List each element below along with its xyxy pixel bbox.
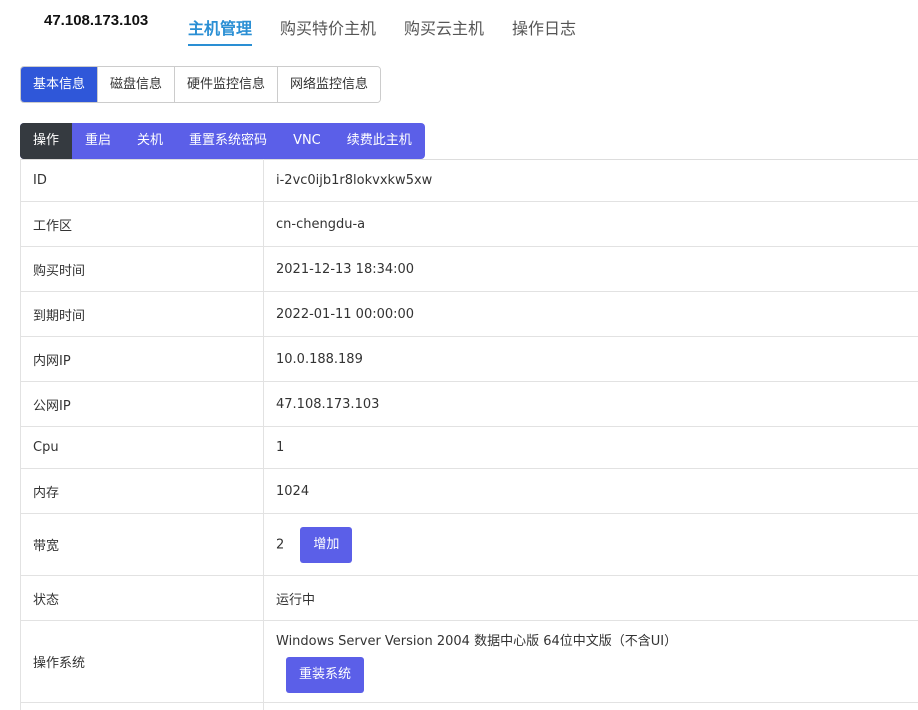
nav-operation-log[interactable]: 操作日志 xyxy=(512,15,576,46)
operations-label: 操作 xyxy=(20,123,73,159)
row-value-bandwidth: 2 xyxy=(276,537,285,552)
operations-bar: 操作 重启 关机 重置系统密码 VNC 续费此主机 xyxy=(20,123,425,159)
shutdown-button[interactable]: 关机 xyxy=(124,123,176,159)
renew-host-button[interactable]: 续费此主机 xyxy=(334,123,425,159)
row-label-empty xyxy=(20,702,264,710)
table-row: 工作区 cn-chengdu-a xyxy=(20,201,918,247)
row-label-id: ID xyxy=(20,159,264,202)
row-value-id: i-2vc0ijb1r8lokvxkw5xw xyxy=(263,159,918,202)
nav-buy-cloud-host[interactable]: 购买云主机 xyxy=(404,15,484,46)
nav-buy-special-host[interactable]: 购买特价主机 xyxy=(280,15,376,46)
row-label-status: 状态 xyxy=(20,575,264,621)
row-value-os-cell: Windows Server Version 2004 数据中心版 64位中文版… xyxy=(263,620,918,703)
row-label-zone: 工作区 xyxy=(20,201,264,247)
top-nav: 主机管理 购买特价主机 购买云主机 操作日志 xyxy=(188,15,604,46)
tab-network-monitor[interactable]: 网络监控信息 xyxy=(278,67,381,102)
table-row: Cpu 1 xyxy=(20,426,918,469)
increase-bandwidth-button[interactable]: 增加 xyxy=(300,526,353,563)
restart-button[interactable]: 重启 xyxy=(72,123,124,159)
row-value-private-ip: 10.0.188.189 xyxy=(263,336,918,382)
row-label-private-ip: 内网IP xyxy=(20,336,264,382)
nav-host-management[interactable]: 主机管理 xyxy=(188,15,253,46)
row-value-status: 运行中 xyxy=(263,575,918,621)
row-value-zone: cn-chengdu-a xyxy=(263,201,918,247)
info-tabs: 基本信息 磁盘信息 硬件监控信息 网络监控信息 xyxy=(20,66,382,103)
row-label-memory: 内存 xyxy=(20,468,264,514)
table-row: 购买时间 2021-12-13 18:34:00 xyxy=(20,246,918,292)
row-label-cpu: Cpu xyxy=(20,426,264,469)
row-label-purchase-time: 购买时间 xyxy=(20,246,264,292)
host-info-table: ID i-2vc0ijb1r8lokvxkw5xw 工作区 cn-chengdu… xyxy=(20,159,918,710)
table-row: 内网IP 10.0.188.189 xyxy=(20,336,918,382)
row-label-expire-time: 到期时间 xyxy=(20,291,264,337)
vnc-button[interactable]: VNC xyxy=(280,123,334,159)
table-row: 状态 运行中 xyxy=(20,575,918,621)
row-value-expire-time: 2022-01-11 00:00:00 xyxy=(263,291,918,337)
row-label-os: 操作系统 xyxy=(20,620,264,703)
tab-basic-info[interactable]: 基本信息 xyxy=(21,67,99,102)
table-row: 内存 1024 xyxy=(20,468,918,514)
tab-hardware-monitor[interactable]: 硬件监控信息 xyxy=(175,67,279,102)
row-value-cpu: 1 xyxy=(263,426,918,469)
row-label-bandwidth: 带宽 xyxy=(20,513,264,576)
row-value-empty xyxy=(263,702,918,710)
table-row: 到期时间 2022-01-11 00:00:00 xyxy=(20,291,918,337)
tab-disk-info[interactable]: 磁盘信息 xyxy=(98,67,176,102)
table-row: 带宽 2 增加 xyxy=(20,513,918,576)
row-value-os: Windows Server Version 2004 数据中心版 64位中文版… xyxy=(276,634,678,649)
reinstall-os-button[interactable]: 重装系统 xyxy=(286,657,364,693)
row-value-purchase-time: 2021-12-13 18:34:00 xyxy=(263,246,918,292)
row-value-memory: 1024 xyxy=(263,468,918,514)
row-value-bandwidth-cell: 2 增加 xyxy=(263,513,918,576)
table-row xyxy=(20,702,918,710)
reset-password-button[interactable]: 重置系统密码 xyxy=(176,123,280,159)
host-ip-title: 47.108.173.103 xyxy=(44,12,149,29)
row-label-public-ip: 公网IP xyxy=(20,381,264,427)
table-row: 操作系统 Windows Server Version 2004 数据中心版 6… xyxy=(20,620,918,703)
row-value-public-ip: 47.108.173.103 xyxy=(263,381,918,427)
table-row: ID i-2vc0ijb1r8lokvxkw5xw xyxy=(20,159,918,202)
table-row: 公网IP 47.108.173.103 xyxy=(20,381,918,427)
